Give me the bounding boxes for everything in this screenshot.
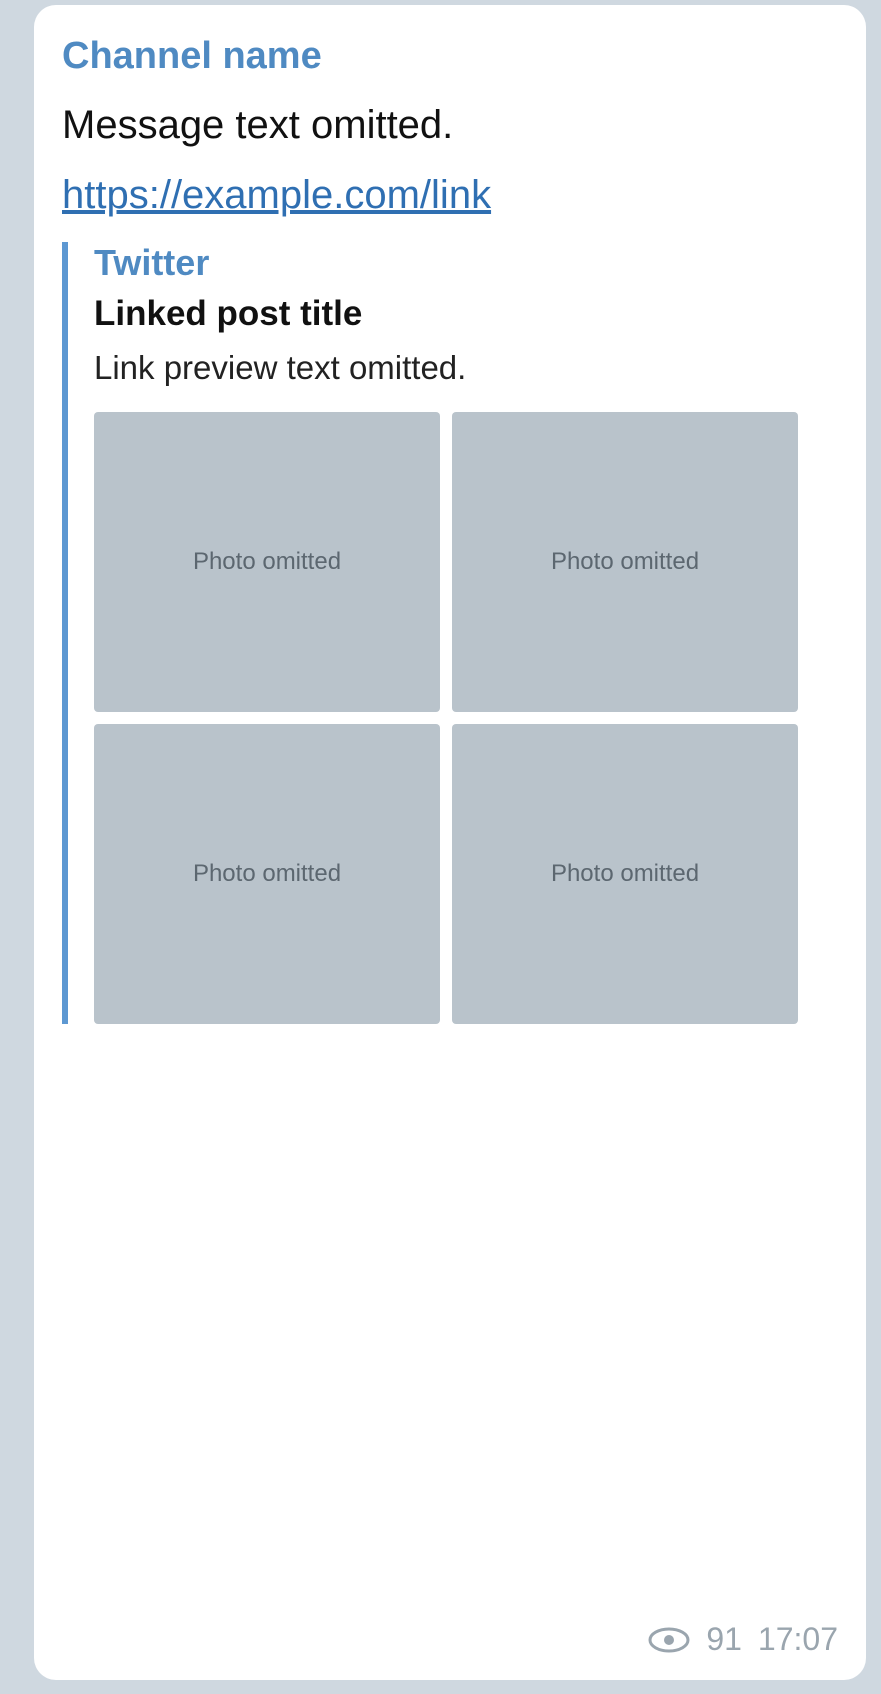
link-preview[interactable]: Twitter Linked post title Link preview t… <box>62 242 802 1024</box>
media-placeholder-label: Photo omitted <box>192 547 342 575</box>
media-tile[interactable]: Photo omitted <box>94 411 440 712</box>
preview-site-name: Twitter <box>94 242 210 283</box>
sender-name[interactable]: Channel name <box>62 35 838 78</box>
media-tile[interactable]: Photo omitted <box>452 411 798 712</box>
media-placeholder-label: Photo omitted <box>550 547 700 575</box>
message-bubble: Channel name Message text omitted. https… <box>34 5 866 1680</box>
message-text: Message text omitted. <box>62 103 454 147</box>
preview-description: Link preview text omitted. <box>94 349 467 386</box>
eye-icon <box>648 1627 690 1652</box>
message-link[interactable]: https://example.com/link <box>62 173 491 217</box>
media-placeholder-label: Photo omitted <box>550 859 700 887</box>
media-grid: Photo omitted Photo omitted Photo omitte… <box>94 411 798 1024</box>
media-tile[interactable]: Photo omitted <box>94 723 440 1024</box>
view-count: 91 <box>706 1621 742 1657</box>
message-footer: 91 17:07 <box>648 1621 838 1658</box>
preview-title: Linked post title <box>94 294 363 333</box>
media-tile[interactable]: Photo omitted <box>452 723 798 1024</box>
media-placeholder-label: Photo omitted <box>192 859 342 887</box>
message-time: 17:07 <box>757 1621 838 1657</box>
